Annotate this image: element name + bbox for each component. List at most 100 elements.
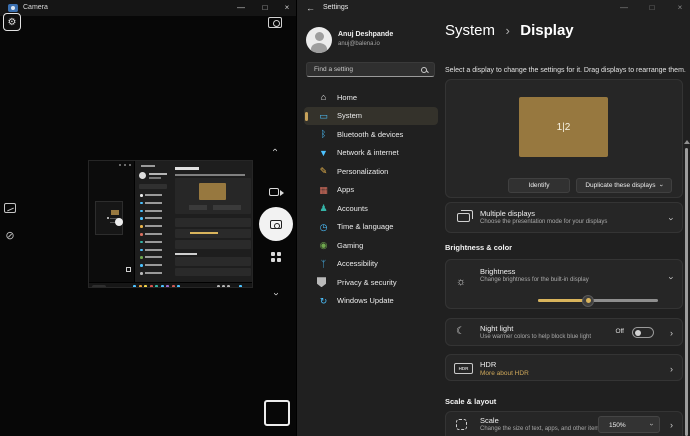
photo-frame-icon[interactable] <box>4 203 16 213</box>
sidebar-item-apps[interactable]: ▦ Apps <box>304 181 438 200</box>
camera-titlebar: Camera — □ × <box>0 0 296 16</box>
camera-close-button[interactable]: × <box>278 1 296 14</box>
camera-settings-button[interactable]: ⚙ <box>3 13 21 31</box>
sidebar-item-label: System <box>337 111 362 120</box>
take-photo-button[interactable] <box>259 207 293 241</box>
accounts-icon: ♟ <box>317 203 330 213</box>
camera-minimize-button[interactable]: — <box>232 1 250 14</box>
preview-mini-shutter <box>115 218 123 226</box>
display-arrangement-card: 1|2 Identify Duplicate these displays › <box>445 79 683 198</box>
sidebar-item-time-language[interactable]: ◷ Time & language <box>304 218 438 237</box>
gallery-thumbnail-button[interactable] <box>264 400 290 426</box>
avatar <box>306 27 332 53</box>
brightness-row[interactable]: ☼ Brightness Change brightness for the b… <box>445 259 683 309</box>
sidebar-item-label: Gaming <box>337 241 363 250</box>
desktop: Camera — □ × ⚙ ⊘ <box>0 0 690 436</box>
display-rect[interactable]: 1|2 <box>519 97 608 157</box>
brightness-slider-thumb[interactable] <box>582 295 594 307</box>
sidebar-item-accounts[interactable]: ♟ Accounts <box>304 199 438 218</box>
preview-mini-camera <box>89 161 134 282</box>
camera-shutter-icon <box>270 220 282 229</box>
chevron-right-icon[interactable]: › <box>670 420 673 430</box>
sidebar-item-privacy-security[interactable]: Privacy & security <box>304 273 438 292</box>
bluetooth-icon: ᛒ <box>317 129 330 139</box>
personalization-icon: ✎ <box>317 166 330 176</box>
expand-chevron-icon[interactable]: › <box>670 273 673 283</box>
sidebar-item-accessibility[interactable]: ᛉ Accessibility <box>304 255 438 274</box>
multiple-displays-icon <box>457 213 470 222</box>
brightness-icon: ☼ <box>456 276 466 288</box>
breadcrumb: System › Display <box>445 22 574 40</box>
hdr-icon: HDR <box>454 363 473 374</box>
chevron-down-icon: › <box>270 292 282 295</box>
hdr-link[interactable]: More about HDR <box>480 370 529 377</box>
home-icon: ⌂ <box>317 92 330 102</box>
gaming-icon: ◉ <box>317 240 330 250</box>
night-light-toggle[interactable] <box>632 327 654 338</box>
night-light-row[interactable]: ☾ Night light Use warmer colors to help … <box>445 318 683 346</box>
chevron-right-icon[interactable]: › <box>670 328 673 338</box>
preview-mini-gallery <box>126 267 131 272</box>
sidebar-item-gaming[interactable]: ◉ Gaming <box>304 236 438 255</box>
night-light-icon: ☾ <box>456 326 465 337</box>
page-title: Display <box>520 22 573 39</box>
timer-off-icon[interactable]: ⊘ <box>3 229 17 243</box>
sidebar-item-home[interactable]: ⌂ Home <box>304 88 438 107</box>
chevron-up-icon: › <box>270 148 282 151</box>
mode-down-button[interactable]: › <box>269 288 283 300</box>
sidebar-item-label: Network & internet <box>337 148 399 157</box>
camera-maximize-button[interactable]: □ <box>256 1 274 14</box>
time-language-icon: ◷ <box>317 222 330 232</box>
mode-up-button[interactable]: › <box>269 144 283 156</box>
switch-camera-icon[interactable] <box>268 17 282 28</box>
camera-window: Camera — □ × ⚙ ⊘ <box>0 0 296 436</box>
system-icon: ▭ <box>317 111 330 121</box>
sidebar-item-label: Accounts <box>337 204 368 213</box>
sidebar-item-label: Time & language <box>337 222 393 231</box>
sidebar-nav: ⌂ Home ▭ System ᛒ Bluetooth & devices ▼ … <box>304 88 438 310</box>
barcode-mode-icon[interactable] <box>271 252 282 263</box>
scrollbar-thumb[interactable] <box>685 148 688 436</box>
search-input[interactable]: Find a setting <box>306 62 435 77</box>
duplicate-displays-dropdown[interactable]: Duplicate these displays › <box>576 178 672 193</box>
preview-mini-taskbar <box>89 282 253 288</box>
multiple-displays-row[interactable]: Multiple displays Choose the presentatio… <box>445 202 683 233</box>
sidebar-item-bluetooth-devices[interactable]: ᛒ Bluetooth & devices <box>304 125 438 144</box>
settings-maximize-button[interactable]: □ <box>643 1 661 14</box>
section-scale-layout: Scale & layout <box>445 397 496 406</box>
settings-minimize-button[interactable]: — <box>615 1 633 14</box>
camera-app-icon <box>8 4 18 12</box>
chevron-right-icon[interactable]: › <box>670 364 673 374</box>
profile-name: Anuj Deshpande <box>338 31 393 38</box>
scale-row[interactable]: Scale Change the size of text, apps, and… <box>445 411 683 436</box>
sidebar-item-label: Accessibility <box>337 259 378 268</box>
back-button[interactable]: ← <box>306 3 315 13</box>
chevron-down-icon: › <box>647 423 654 425</box>
settings-title: Settings <box>323 4 348 11</box>
hdr-row[interactable]: HDR HDR More about HDR › <box>445 354 683 381</box>
scale-icon <box>456 419 467 430</box>
sidebar-item-label: Windows Update <box>337 296 394 305</box>
expand-chevron-icon[interactable]: › <box>670 214 673 224</box>
accessibility-icon: ᛉ <box>317 259 330 269</box>
sidebar-item-label: Bluetooth & devices <box>337 130 403 139</box>
preview-mini-settings <box>134 161 253 282</box>
sidebar-item-system[interactable]: ▭ System <box>304 107 438 126</box>
identify-button[interactable]: Identify <box>508 178 570 193</box>
settings-close-button[interactable]: × <box>671 1 689 14</box>
section-brightness-color: Brightness & color <box>445 243 512 252</box>
sidebar-item-personalization[interactable]: ✎ Personalization <box>304 162 438 181</box>
camera-title: Camera <box>23 4 48 11</box>
brightness-slider[interactable] <box>538 299 658 302</box>
sidebar-item-windows-update[interactable]: ↻ Windows Update <box>304 292 438 311</box>
network-icon: ▼ <box>317 148 330 158</box>
scale-dropdown[interactable]: 150% › <box>598 416 660 433</box>
sidebar-item-label: Personalization <box>337 167 388 176</box>
breadcrumb-parent[interactable]: System <box>445 22 495 39</box>
breadcrumb-separator: › <box>505 23 509 38</box>
video-mode-icon[interactable] <box>269 188 279 196</box>
scrollbar-up-arrow[interactable] <box>684 140 690 144</box>
search-placeholder: Find a setting <box>314 66 353 73</box>
apps-icon: ▦ <box>317 185 330 195</box>
sidebar-item-network-internet[interactable]: ▼ Network & internet <box>304 144 438 163</box>
